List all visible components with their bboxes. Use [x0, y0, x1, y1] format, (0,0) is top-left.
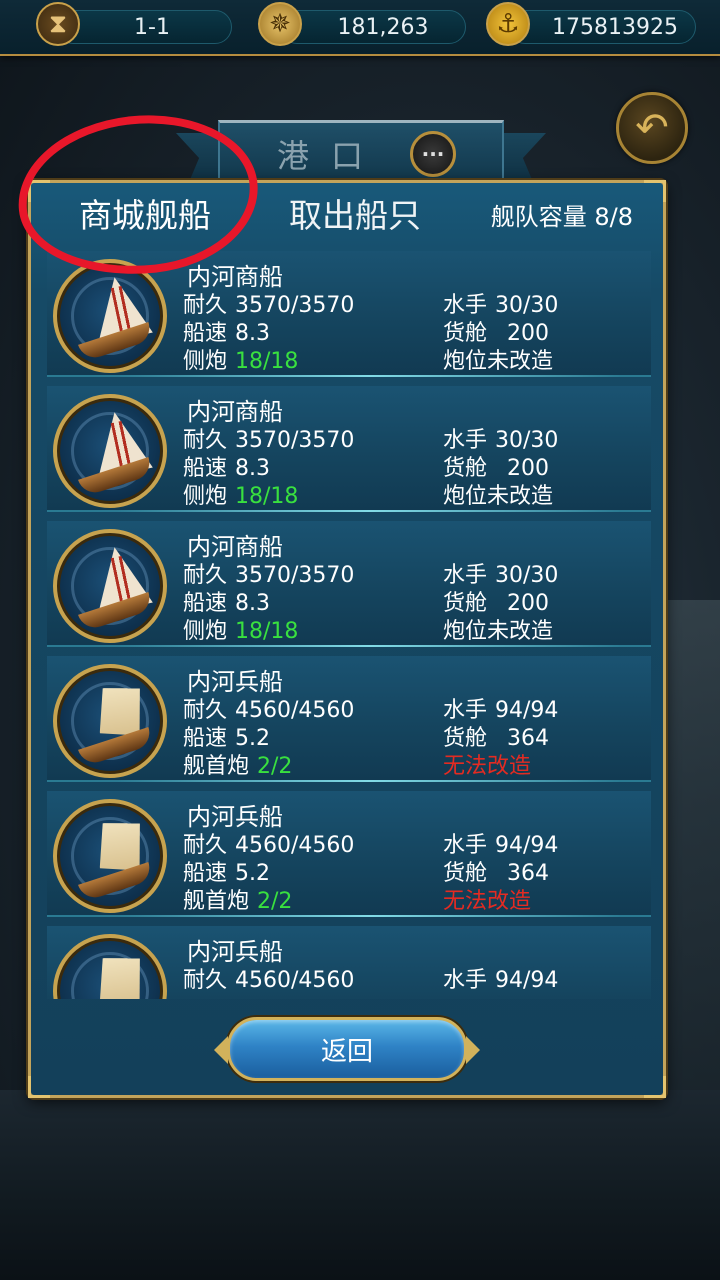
tab-mall-ships[interactable]: 商城舰船: [79, 191, 211, 241]
background-sea: [0, 1090, 720, 1280]
mod-status: 炮位未改造: [443, 619, 554, 644]
level-display[interactable]: 1-1: [56, 10, 232, 44]
list-item[interactable]: 内河商船 耐久 3570/3570 船速 8.3 侧炮 18/18 水手 30/30 货…: [47, 386, 651, 512]
cannon-stat: 侧炮 18/18: [183, 349, 299, 374]
durability-stat: 耐久 4560/4560: [183, 968, 355, 993]
crew-stat: 水手 94/94: [443, 968, 559, 993]
ship-list[interactable]: 内河商船 耐久 3570/3570 船速 8.3 侧炮 18/18 水手 30/30 货…: [47, 251, 651, 999]
port-title: 港口: [276, 137, 385, 175]
war-ship-portrait: [53, 934, 167, 999]
chat-icon[interactable]: ···: [410, 131, 456, 177]
cannon-stat: 舰首炮 2/2: [183, 754, 293, 779]
list-item[interactable]: 内河兵船 耐久 4560/4560 船速 5.2 舰首炮 2/2 水手 94/94 货舱…: [47, 791, 651, 917]
cannon-stat: 侧炮 18/18: [183, 484, 299, 509]
merchant-ship-portrait: [53, 394, 167, 508]
level-value: 1-1: [134, 15, 170, 40]
fleet-panel: 商城舰船 取出船只 舰队容量 8/8 内河商船 耐久 3570/3570 船速 8.…: [28, 180, 666, 1098]
banner-wing-left: [176, 133, 218, 183]
cannon-stat: 侧炮 18/18: [183, 619, 299, 644]
compass-icon: ✵: [258, 2, 302, 46]
list-item[interactable]: 内河商船 耐久 3570/3570 船速 8.3 侧炮 18/18 水手 30/30 货…: [47, 521, 651, 647]
hourglass-icon: ⧗: [36, 2, 80, 46]
list-item[interactable]: 内河兵船 耐久 4560/4560 水手 94/94: [47, 926, 651, 999]
war-ship-portrait: [53, 799, 167, 913]
compass-resource[interactable]: 181,263: [280, 10, 466, 44]
list-item[interactable]: 内河商船 耐久 3570/3570 船速 8.3 侧炮 18/18 水手 30/30 货…: [47, 251, 651, 377]
mod-status: 炮位未改造: [443, 484, 554, 509]
mod-status: 无法改造: [443, 754, 532, 779]
list-item[interactable]: 内河兵船 耐久 4560/4560 船速 5.2 舰首炮 2/2 水手 94/94 货舱…: [47, 656, 651, 782]
gold-value: 175813925: [552, 15, 678, 40]
mod-status: 炮位未改造: [443, 349, 554, 374]
gold-resource[interactable]: 175813925: [508, 10, 696, 44]
anchor-icon: ⚓: [486, 2, 530, 46]
back-button[interactable]: ↶: [616, 92, 688, 164]
port-banner: 港口 ···: [176, 120, 546, 183]
compass-value: 181,263: [337, 15, 429, 40]
corner-ornament: [644, 1076, 666, 1098]
war-ship-portrait: [53, 664, 167, 778]
corner-ornament: [28, 1076, 50, 1098]
merchant-ship-portrait: [53, 529, 167, 643]
corner-ornament: [28, 180, 50, 202]
return-button[interactable]: 返回: [214, 1017, 480, 1081]
fleet-capacity: 舰队容量 8/8: [490, 203, 633, 231]
cannon-stat: 舰首炮 2/2: [183, 889, 293, 914]
merchant-ship-portrait: [53, 259, 167, 373]
resource-bar: 1-1 ⧗ 181,263 ✵ 175813925 ⚓: [0, 0, 720, 56]
corner-ornament: [644, 180, 666, 202]
tab-retrieve-ships[interactable]: 取出船只: [289, 191, 421, 241]
banner-wing-right: [504, 133, 546, 183]
mod-status: 无法改造: [443, 889, 532, 914]
back-arrow-icon: ↶: [635, 105, 669, 151]
